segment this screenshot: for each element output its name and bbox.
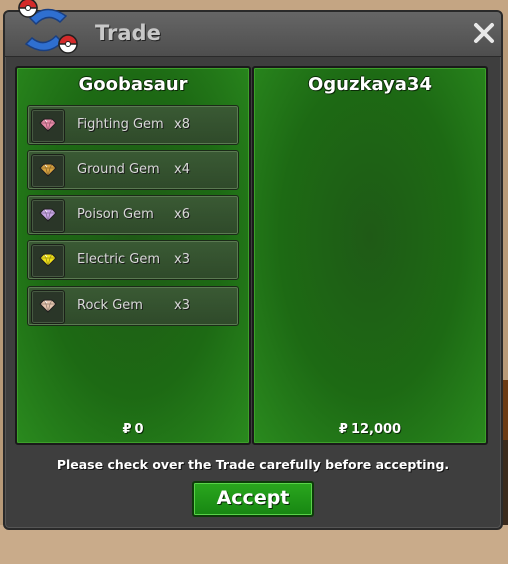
my-player-name: Goobasaur	[78, 74, 188, 95]
item-name: Ground Gem	[77, 162, 160, 177]
poison-gem-icon	[31, 199, 65, 233]
trade-item-row[interactable]: Electric Gem x3	[27, 240, 239, 280]
item-name: Electric Gem	[77, 252, 161, 267]
partner-money: ₽12,000	[254, 422, 486, 437]
item-quantity: x8	[174, 117, 190, 132]
my-offer-panel: Goobasaur Fighting Gem x8 Ground Gem x4 Pois…	[15, 66, 251, 445]
my-money: ₽0	[17, 422, 249, 437]
rock-gem-icon	[31, 290, 65, 324]
trade-item-row[interactable]: Fighting Gem x8	[27, 105, 239, 145]
window-title: Trade	[95, 21, 161, 45]
currency-icon: ₽	[122, 422, 132, 437]
accept-button[interactable]: Accept	[192, 481, 314, 517]
trade-window: Trade Goobasaur Fighting Gem x8 Ground Gem…	[3, 10, 503, 530]
trade-notice: Please check over the Trade carefully be…	[56, 457, 450, 472]
trade-item-row[interactable]: Rock Gem x3	[27, 286, 239, 326]
trade-item-row[interactable]: Ground Gem x4	[27, 150, 239, 190]
item-name: Rock Gem	[77, 298, 143, 313]
fighting-gem-icon	[31, 109, 65, 143]
item-name: Poison Gem	[77, 207, 154, 222]
item-quantity: x3	[174, 252, 190, 267]
ground-gem-icon	[31, 154, 65, 188]
item-name: Fighting Gem	[77, 117, 164, 132]
item-quantity: x6	[174, 207, 190, 222]
partner-money-value: 12,000	[350, 422, 402, 437]
partner-player-name: Oguzkaya34	[308, 74, 432, 95]
electric-gem-icon	[31, 244, 65, 278]
trade-item-row[interactable]: Poison Gem x6	[27, 195, 239, 235]
item-quantity: x3	[174, 298, 190, 313]
close-icon[interactable]	[473, 22, 495, 44]
partner-offer-panel: Oguzkaya34 ₽12,000	[252, 66, 488, 445]
game-background-bottom	[0, 525, 508, 564]
pokeball-logo-icon	[10, 0, 82, 60]
my-money-value: 0	[134, 422, 144, 437]
item-quantity: x4	[174, 162, 190, 177]
currency-icon: ₽	[338, 422, 348, 437]
